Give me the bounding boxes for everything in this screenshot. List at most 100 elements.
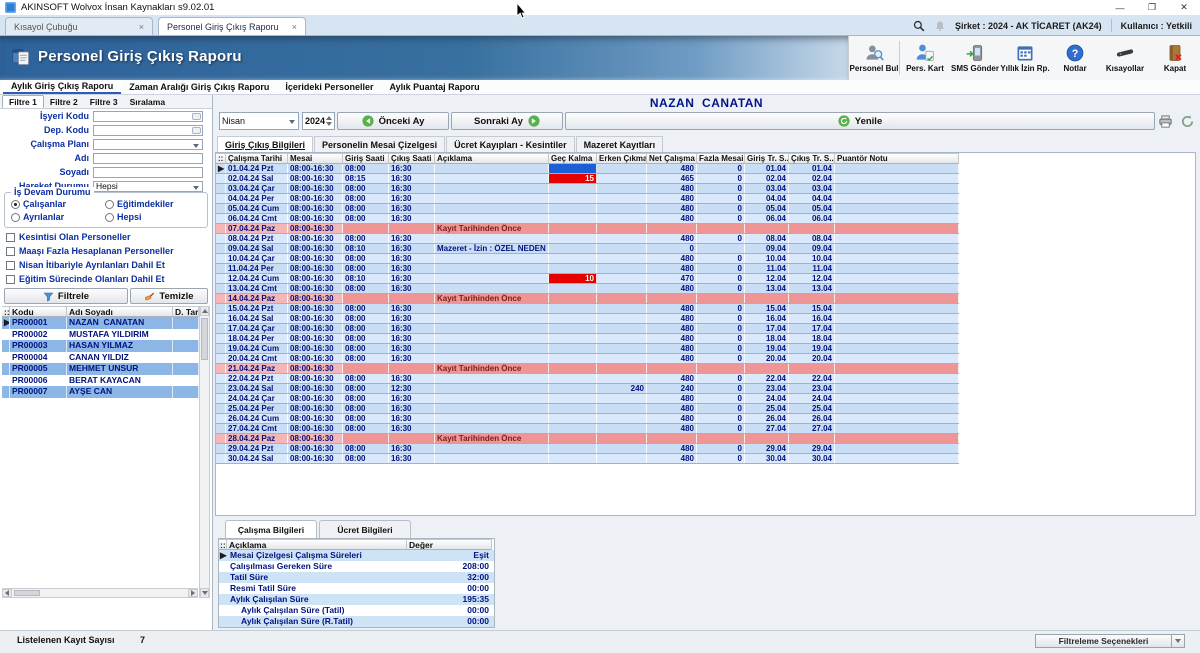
employee-list-header[interactable]: :: Kodu Adı Soyadı D. Tari xyxy=(2,306,199,317)
tab-zaman-araligi[interactable]: Zaman Aralığı Giriş Çıkış Raporu xyxy=(121,80,277,94)
attendance-row[interactable]: 07.04.24 Paz08:00-16:30Kayıt Tarihinden … xyxy=(216,224,959,234)
column-header-giris-tr[interactable]: Giriş Tr. S... xyxy=(745,153,789,164)
column-header-giris-saati[interactable]: Giriş Saati xyxy=(343,153,389,164)
spin-up-icon[interactable] xyxy=(326,116,332,120)
tab-filtre-2[interactable]: Filtre 2 xyxy=(44,95,84,108)
tab-aylik-puantaj[interactable]: Aylık Puantaj Raporu xyxy=(381,80,487,94)
attendance-row[interactable]: 23.04.24 Sal08:00-16:3008:0012:302402400… xyxy=(216,384,959,394)
column-header-kodu[interactable]: Kodu xyxy=(10,306,67,317)
month-select[interactable]: Nisan xyxy=(219,112,299,130)
onceki-ay-button[interactable]: Önceki Ay xyxy=(337,112,449,130)
column-header-cikis-tr[interactable]: Çıkış Tr. S... xyxy=(789,153,835,164)
close-button[interactable]: ✕ xyxy=(1168,0,1200,15)
scroll-down-arrow[interactable] xyxy=(200,588,209,598)
hareket-durumu-select[interactable]: Hepsi xyxy=(93,181,203,192)
radio-egitimdekiler[interactable]: Eğitimdekiler xyxy=(105,199,174,209)
employee-row[interactable]: PR00002MUSTAFA YILDIRIM xyxy=(2,329,199,341)
attendance-row[interactable]: 15.04.24 Pzt08:00-16:3008:0016:30480015.… xyxy=(216,304,959,314)
column-header-fazla-mesai[interactable]: Fazla Mesai xyxy=(697,153,745,164)
attendance-row[interactable]: 05.04.24 Cum08:00-16:3008:0016:30480005.… xyxy=(216,204,959,214)
info-row[interactable]: Resmi Tatil Süre00:00 xyxy=(219,583,494,594)
info-row[interactable]: ▶Mesai Çizelgesi Çalışma SüreleriEşit xyxy=(219,550,494,561)
tab-calisma-bilgileri[interactable]: Çalışma Bilgileri xyxy=(225,520,317,538)
radio-hepsi[interactable]: Hepsi xyxy=(105,212,142,222)
column-header-mesai[interactable]: Mesai xyxy=(288,153,343,164)
attendance-grid-header[interactable]: :: Çalışma Tarihi Mesai Giriş Saati Çıkı… xyxy=(216,153,959,164)
employee-row[interactable]: PR00005MEHMET UNSUR xyxy=(2,363,199,375)
yenile-button[interactable]: Yenile xyxy=(565,112,1155,130)
scroll-left-arrow[interactable] xyxy=(2,589,12,597)
attendance-row[interactable]: 29.04.24 Pzt08:00-16:3008:0016:30480029.… xyxy=(216,444,959,454)
kapat-button[interactable]: Kapat xyxy=(1150,36,1200,80)
column-header-aciklama[interactable]: Açıklama xyxy=(227,539,407,550)
column-header-aciklama[interactable]: Açıklama xyxy=(435,153,549,164)
soyadi-input[interactable] xyxy=(93,167,203,178)
attendance-row[interactable]: 24.04.24 Çar08:00-16:3008:0016:30480024.… xyxy=(216,394,959,404)
attendance-row[interactable]: 17.04.24 Çar08:00-16:3008:0016:30480017.… xyxy=(216,324,959,334)
tab-ucret-bilgileri[interactable]: Ücret Bilgileri xyxy=(319,520,411,538)
filtreleme-secenekleri-button[interactable]: Filtreleme Seçenekleri xyxy=(1035,634,1185,648)
spin-down-icon[interactable] xyxy=(326,122,332,126)
checkbox-maasi-fazla[interactable]: Maaşı Fazla Hesaplanan Personeller xyxy=(6,246,174,256)
column-header-d-tari[interactable]: D. Tari xyxy=(173,306,199,317)
print-icon[interactable] xyxy=(1158,114,1173,129)
tab-ucret-kayiplari[interactable]: Ücret Kayıpları - Kesintiler xyxy=(446,136,575,152)
search-icon[interactable] xyxy=(913,20,925,32)
dropdown-arrow[interactable] xyxy=(1171,635,1184,647)
sms-gonder-button[interactable]: SMS Gönder xyxy=(950,36,1000,80)
scrollbar-thumb[interactable] xyxy=(201,318,208,360)
attendance-row[interactable]: 04.04.24 Per08:00-16:3008:0016:30480004.… xyxy=(216,194,959,204)
tab-close-icon[interactable]: × xyxy=(292,22,297,32)
column-header-calisma-tarihi[interactable]: Çalışma Tarihi xyxy=(226,153,288,164)
notlar-button[interactable]: ? Notlar xyxy=(1050,36,1100,80)
tab-filtre-1[interactable]: Filtre 1 xyxy=(2,95,44,108)
column-header-gec-kalma[interactable]: Geç Kalma xyxy=(549,153,597,164)
employee-row[interactable]: PR00003HASAN YILMAZ xyxy=(2,340,199,352)
attendance-row[interactable]: 06.04.24 Cmt08:00-16:3008:0016:30480006.… xyxy=(216,214,959,224)
column-header-puantor-notu[interactable]: Puantör Notu xyxy=(835,153,959,164)
attendance-row[interactable]: 02.04.24 Sal08:00-16:3008:1516:301546500… xyxy=(216,174,959,184)
personel-bul-button[interactable]: Personel Bul xyxy=(849,36,899,80)
employee-list-horizontal-scrollbar[interactable] xyxy=(2,588,198,598)
spin-buttons[interactable] xyxy=(324,114,333,128)
attendance-row[interactable]: 21.04.24 Paz08:00-16:30Kayıt Tarihinden … xyxy=(216,364,959,374)
attendance-row[interactable]: 30.04.24 Sal08:00-16:3008:0016:30480030.… xyxy=(216,454,959,464)
attendance-row[interactable]: 13.04.24 Cmt08:00-16:3008:0016:30480013.… xyxy=(216,284,959,294)
tab-icerideki-personeller[interactable]: İçerideki Personeller xyxy=(277,80,381,94)
checkbox-nisan-ayrilanlar[interactable]: Nisan İtibariyle Ayrılanları Dahil Et xyxy=(6,260,165,270)
employee-list-vertical-scrollbar[interactable] xyxy=(199,306,210,598)
attendance-row[interactable]: 28.04.24 Paz08:00-16:30Kayıt Tarihinden … xyxy=(216,434,959,444)
attendance-row[interactable]: 03.04.24 Çar08:00-16:3008:0016:30480003.… xyxy=(216,184,959,194)
tab-close-icon[interactable]: × xyxy=(139,22,144,32)
attendance-row[interactable]: ▶01.04.24 Pzt08:00-16:3008:0016:30480001… xyxy=(216,164,959,174)
info-row[interactable]: Aylık Çalışılan Süre (Tatil)00:00 xyxy=(219,605,494,616)
isyeri-kodu-input[interactable] xyxy=(93,111,203,122)
tab-personelin-mesai-cizelgesi[interactable]: Personelin Mesai Çizelgesi xyxy=(314,136,445,152)
lookup-button[interactable] xyxy=(192,127,201,134)
radio-calisanlar[interactable]: Çalışanlar xyxy=(11,199,66,209)
attendance-row[interactable]: 25.04.24 Per08:00-16:3008:0016:30480025.… xyxy=(216,404,959,414)
dep-kodu-input[interactable] xyxy=(93,125,203,136)
adi-input[interactable] xyxy=(93,153,203,164)
column-header-cikis-saati[interactable]: Çıkış Saati xyxy=(389,153,435,164)
scroll-up-arrow[interactable] xyxy=(200,306,209,316)
info-row[interactable]: Aylık Çalışılan Süre195:35 xyxy=(219,594,494,605)
attendance-row[interactable]: 19.04.24 Cum08:00-16:3008:0016:30480019.… xyxy=(216,344,959,354)
attendance-row[interactable]: 16.04.24 Sal08:00-16:3008:0016:30480016.… xyxy=(216,314,959,324)
tab-kisayol-cubugu[interactable]: Kısayol Çubuğu × xyxy=(5,17,153,35)
attendance-row[interactable]: 09.04.24 Sal08:00-16:3008:1016:30Mazeret… xyxy=(216,244,959,254)
tab-aylik-giris-cikis[interactable]: Aylık Giriş Çıkış Raporu xyxy=(3,80,121,94)
info-row[interactable]: Aylık Çalışılan Süre (R.Tatil)00:00 xyxy=(219,616,494,627)
lookup-button[interactable] xyxy=(192,113,201,120)
temizle-button[interactable]: Temizle xyxy=(130,288,208,304)
attendance-row[interactable]: 14.04.24 Paz08:00-16:30Kayıt Tarihinden … xyxy=(216,294,959,304)
employee-row[interactable]: PR00006BERAT KAYACAN xyxy=(2,375,199,387)
attendance-row[interactable]: 18.04.24 Per08:00-16:3008:0016:30480018.… xyxy=(216,334,959,344)
tab-personel-giris-cikis-raporu[interactable]: Personel Giriş Çıkış Raporu × xyxy=(158,17,306,35)
info-row[interactable]: Çalışılması Gereken Süre208:00 xyxy=(219,561,494,572)
filtrele-button[interactable]: Filtrele xyxy=(4,288,128,304)
sonraki-ay-button[interactable]: Sonraki Ay xyxy=(451,112,563,130)
attendance-row[interactable]: 08.04.24 Pzt08:00-16:3008:0016:30480008.… xyxy=(216,234,959,244)
employee-row[interactable]: PR00007AYŞE CAN xyxy=(2,386,199,398)
tab-filtre-3[interactable]: Filtre 3 xyxy=(84,95,124,108)
